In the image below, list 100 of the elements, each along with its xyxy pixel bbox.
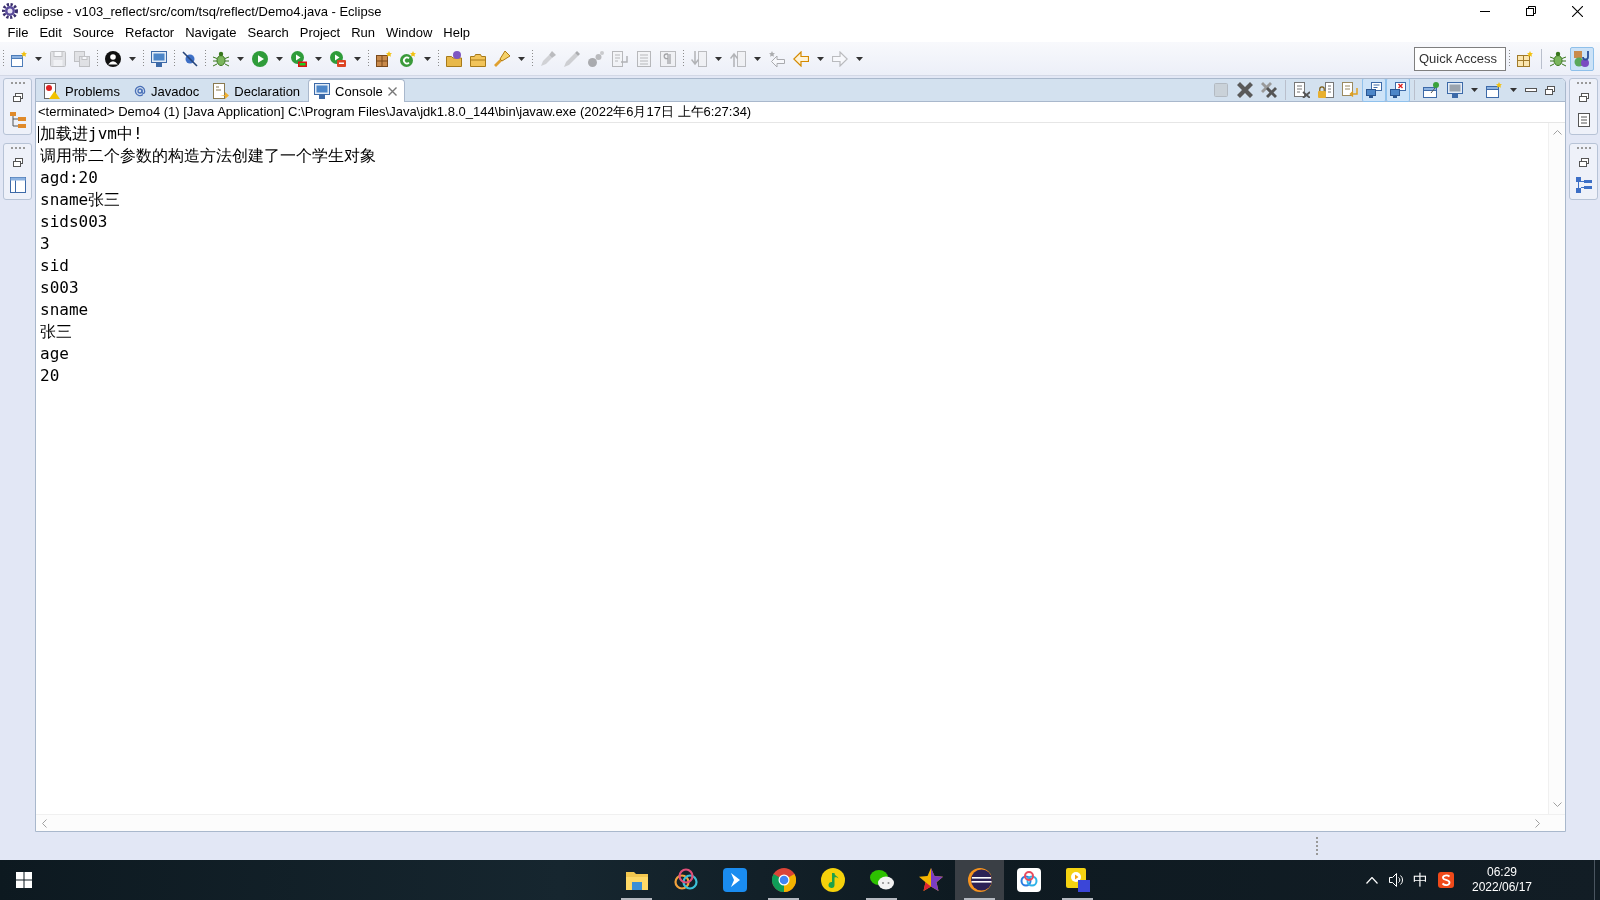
striped-circle-icon: [967, 868, 992, 892]
dots-icon: [588, 50, 604, 67]
menu-item[interactable]: Search: [242, 22, 295, 42]
clock[interactable]: 06:29 2022/06/17: [1460, 860, 1544, 900]
double-x-icon: [1261, 82, 1277, 98]
chevron-down-icon: [1552, 802, 1562, 807]
chevron-up-icon: [1366, 876, 1378, 884]
person-circle-icon: [105, 50, 121, 67]
java-perspective-icon: [1574, 50, 1590, 67]
four-squares-icon: [16, 872, 32, 888]
caret-down-icon: [1510, 88, 1517, 92]
monitor-icon: [151, 50, 167, 67]
picture-tile-icon: [1065, 868, 1090, 892]
view-tab[interactable]: Console: [308, 79, 405, 102]
scroll-left-button[interactable]: [42, 818, 47, 828]
arrow-down-page-icon: [691, 50, 707, 67]
panel-icon: [9, 177, 26, 193]
gear-icon: [2, 3, 18, 19]
play-toolbox-icon: [330, 50, 346, 67]
console-description: <terminated> Demo4 (1) [Java Application] C:\Program Files\Java\jdk1.8.0_144\bin\javaw.exe (2022年6月17日 上午6:27:34): [36, 102, 1565, 123]
view-tab[interactable]: Problems: [38, 79, 128, 102]
menu-item[interactable]: Help: [437, 22, 476, 42]
restore-icon: [12, 157, 23, 167]
menu-item[interactable]: Window: [380, 22, 438, 42]
minimize-icon: [1525, 88, 1537, 92]
star-icon: [918, 868, 943, 892]
pin-window-icon: [1423, 82, 1439, 98]
rings-icon: [673, 868, 698, 892]
close-icon: [387, 86, 397, 96]
list-page-icon: [1577, 113, 1590, 127]
lock-page-icon: [1318, 82, 1334, 98]
taskbar-app-button[interactable]: [955, 860, 1004, 900]
console-output-line: 调用带二个参数的构造方法创建了一个学生对象: [40, 145, 376, 167]
stderr-button[interactable]: [1386, 79, 1410, 102]
quick-access-field[interactable]: Quick Access: [1414, 46, 1506, 71]
console-output-line: sname: [40, 299, 89, 321]
folder-icon: [446, 50, 462, 67]
monitor-error-icon: [1390, 82, 1406, 98]
chevron-left-icon: [42, 818, 47, 828]
caret-down-icon: [276, 56, 283, 61]
view-tab[interactable]: Declaration: [207, 79, 309, 102]
caret-down-icon: [237, 56, 244, 61]
arrow-left-star-icon: [769, 50, 785, 67]
hierarchy-icon: [9, 112, 26, 128]
caret-down-icon: [424, 56, 431, 61]
menu-item[interactable]: Source: [67, 22, 120, 42]
horizontal-scrollbar[interactable]: [36, 814, 1565, 831]
bug-icon: [1550, 50, 1566, 67]
slashed-dot-icon: [182, 50, 198, 67]
menu-item[interactable]: Refactor: [119, 22, 180, 42]
scroll-right-button[interactable]: [1535, 818, 1540, 828]
scroll-down-button[interactable]: [1552, 802, 1562, 807]
caret-down-icon: [817, 56, 824, 61]
stop-icon: [1213, 82, 1229, 98]
caret-down-icon: [715, 56, 722, 61]
console-output-line: age: [40, 343, 69, 365]
chat-bubbles-icon: [869, 868, 894, 892]
new-page-icon: [11, 50, 27, 67]
arrow-left-icon: [793, 50, 809, 67]
console-output-line: sids003: [40, 211, 108, 233]
page-x-icon: [1294, 82, 1310, 98]
console-output-line: s003: [40, 277, 79, 299]
input-method-button[interactable]: 中: [1408, 860, 1432, 900]
view-tab[interactable]: Javadoc: [127, 79, 208, 102]
minimize-icon: [1480, 10, 1490, 12]
restore-icon: [1545, 85, 1555, 95]
problems-icon: [44, 83, 60, 99]
monitor-icon: [314, 83, 331, 99]
monitor-icon: [1447, 82, 1463, 98]
text-cursor: [38, 126, 39, 143]
console-output-line: 张三: [40, 321, 72, 343]
java-perspective-button[interactable]: [1570, 46, 1594, 71]
restore-icon: [12, 92, 23, 102]
arrow-right-icon: [832, 50, 848, 67]
caret-down-icon: [354, 56, 361, 61]
vertical-scrollbar[interactable]: [1548, 123, 1565, 814]
close-icon: [1571, 5, 1583, 17]
floppy-disks-icon: [74, 50, 90, 67]
x-icon: [1237, 82, 1253, 98]
list-page-icon: [636, 50, 652, 67]
restore-icon: [1578, 157, 1589, 167]
segmented-circle-icon: [771, 868, 796, 892]
caret-down-icon: [518, 56, 525, 61]
scroll-up-button[interactable]: [1552, 130, 1562, 135]
caret-down-icon: [856, 56, 863, 61]
restore-icon: [1526, 6, 1536, 16]
marker-icon: [540, 50, 556, 67]
chevron-up-icon: [1552, 130, 1562, 135]
stdout-button[interactable]: [1362, 79, 1386, 102]
caret-down-icon: [1471, 88, 1478, 92]
console-output-line: 3: [40, 233, 50, 255]
caret-down-icon: [754, 56, 761, 61]
bug-icon: [213, 50, 229, 67]
window-title: eclipse - v103_reflect/src/com/tsq/reflect/Demo4.java - Eclipse: [23, 3, 383, 19]
menu-item[interactable]: File: [2, 22, 34, 42]
page-arrow-icon: [213, 83, 230, 99]
menu-item[interactable]: Run: [345, 22, 381, 42]
menu-item[interactable]: Navigate: [179, 22, 242, 42]
menu-item[interactable]: Project: [294, 22, 346, 42]
menu-item[interactable]: Edit: [33, 22, 68, 42]
